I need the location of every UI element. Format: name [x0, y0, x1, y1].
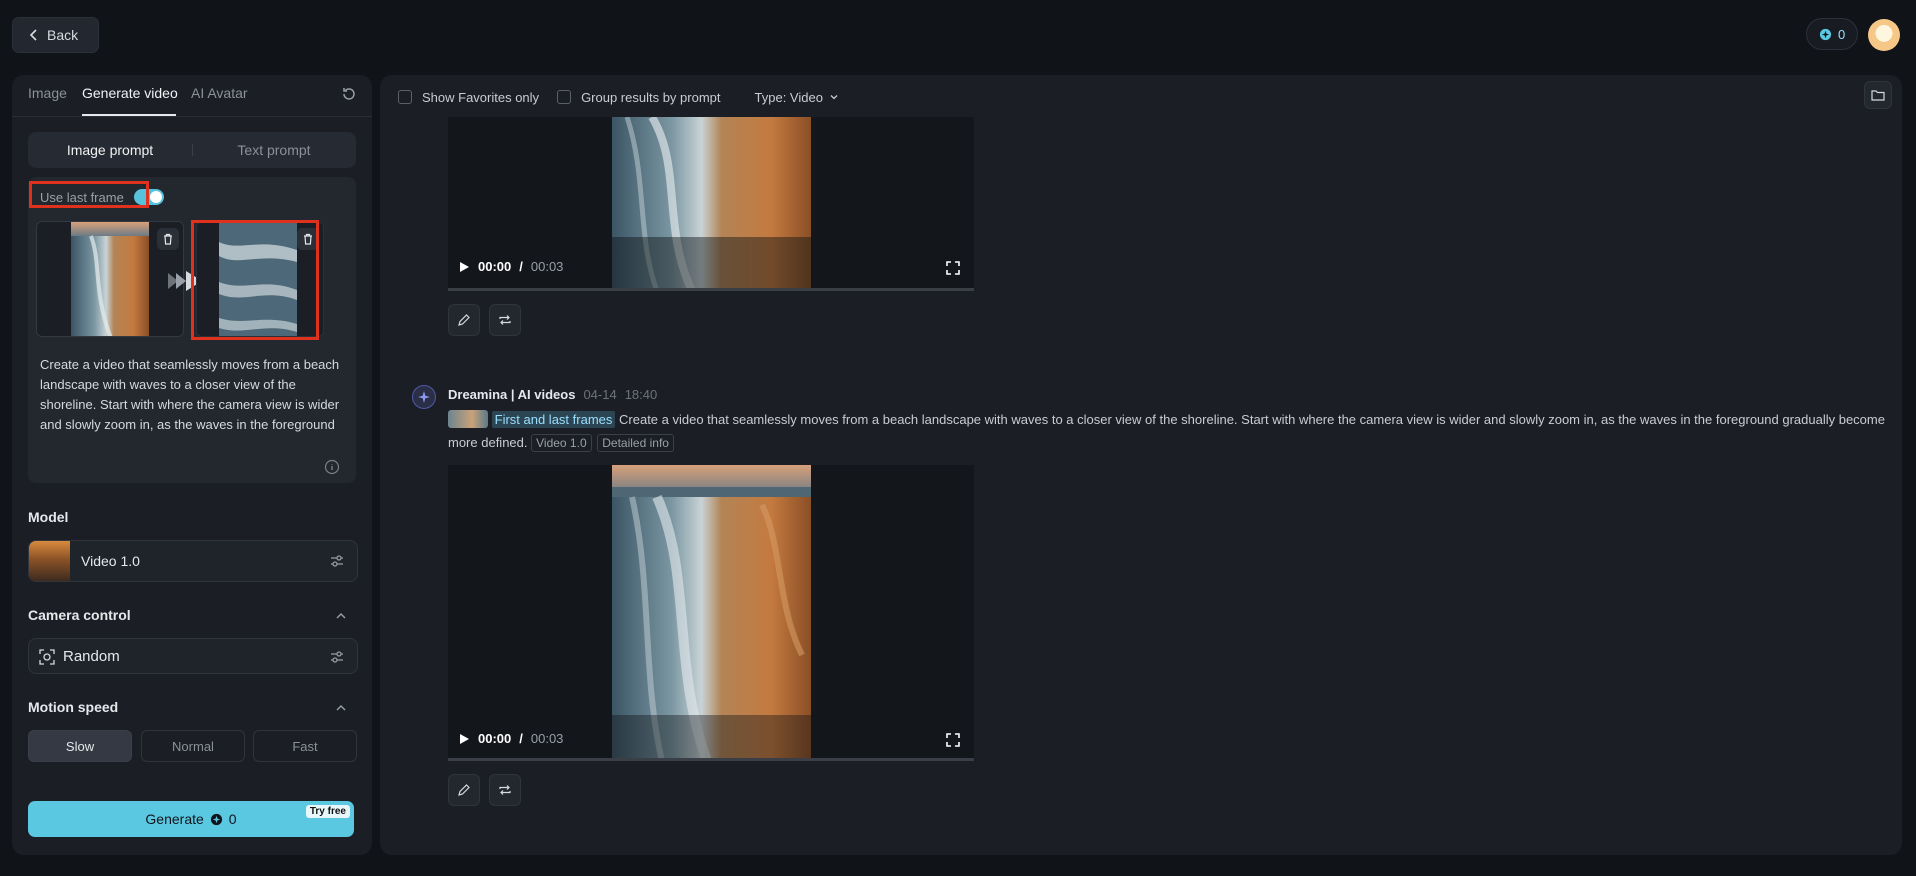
- favorites-checkbox[interactable]: [398, 90, 412, 104]
- group-checkbox[interactable]: [557, 90, 572, 104]
- trash-icon: [304, 233, 312, 245]
- last-frame-card[interactable]: [196, 221, 324, 337]
- fullscreen-icon[interactable]: [946, 733, 960, 747]
- chevron-up-icon[interactable]: [335, 610, 347, 622]
- prompt-textarea[interactable]: Create a video that seamlessly moves fro…: [40, 355, 344, 437]
- delete-first-frame-button[interactable]: [157, 228, 179, 250]
- video-current-time: 00:00: [478, 259, 512, 274]
- use-last-frame-toggle[interactable]: [133, 189, 164, 205]
- image-prompt-box: Use last frame Create a video that seaml…: [28, 177, 356, 483]
- model-thumbnail: [29, 541, 70, 581]
- frames-thumbnail: [448, 410, 488, 428]
- speed-slow-button[interactable]: Slow: [28, 730, 132, 762]
- pencil-icon: [458, 314, 470, 326]
- first-frame-card[interactable]: [36, 221, 184, 337]
- video-current-time: 00:00: [478, 731, 512, 746]
- camera-control-value: Random: [63, 648, 120, 665]
- video-time-separator: /: [519, 259, 523, 274]
- favorites-label[interactable]: Show Favorites only: [422, 90, 539, 105]
- model-name: Video 1.0: [81, 553, 140, 569]
- message-header: Dreamina | AI videos 04-14 18:40: [448, 387, 657, 402]
- sidebar-tabs: Image Generate video AI Avatar: [12, 75, 372, 117]
- top-bar: Back 0: [0, 0, 1916, 70]
- speed-fast-button[interactable]: Fast: [253, 730, 357, 762]
- speed-normal-button[interactable]: Normal: [141, 730, 245, 762]
- tab-generate-video[interactable]: Generate video: [82, 85, 178, 101]
- video-duration: 00:03: [530, 259, 564, 274]
- generate-button[interactable]: Generate 0 Try free: [28, 801, 354, 837]
- type-filter-dropdown[interactable]: Type: Video: [755, 90, 823, 105]
- chevron-up-icon[interactable]: [335, 702, 347, 714]
- sliders-icon[interactable]: [329, 553, 345, 569]
- repeat-icon: [499, 785, 511, 795]
- tab-ai-avatar[interactable]: AI Avatar: [191, 85, 248, 101]
- delete-last-frame-button[interactable]: [297, 228, 319, 250]
- chevron-left-icon: [29, 29, 37, 41]
- use-last-frame-row: Use last frame: [40, 189, 164, 205]
- pencil-icon: [458, 784, 470, 796]
- trash-icon: [164, 233, 172, 245]
- edit-button[interactable]: [448, 304, 480, 336]
- folder-icon: [1871, 90, 1885, 101]
- last-frame-thumbnail: [219, 222, 297, 336]
- filter-bar: Show Favorites only Group results by pro…: [398, 85, 839, 109]
- dreamina-logo-icon: [412, 385, 436, 409]
- model-selector[interactable]: Video 1.0: [28, 540, 358, 582]
- credit-icon: [1819, 28, 1832, 40]
- video-time-separator: /: [519, 731, 523, 746]
- model-section-label: Model: [28, 509, 69, 525]
- back-label: Back: [47, 27, 79, 43]
- video-player[interactable]: 00:00 / 00:03: [448, 465, 974, 761]
- fullscreen-icon[interactable]: [946, 261, 960, 275]
- video-player[interactable]: 00:00 / 00:03: [448, 117, 974, 291]
- camera-control-selector[interactable]: Random: [28, 638, 358, 674]
- info-icon[interactable]: [324, 459, 340, 475]
- video-progress-bar[interactable]: [448, 758, 974, 761]
- edit-button[interactable]: [448, 774, 480, 806]
- video-frame: [612, 117, 811, 291]
- motion-speed-section-label: Motion speed: [28, 699, 119, 715]
- try-free-badge: Try free: [305, 805, 350, 818]
- text-prompt-option[interactable]: Text prompt: [192, 132, 356, 168]
- sliders-icon[interactable]: [329, 649, 345, 665]
- video-controls: 00:00 / 00:03: [458, 731, 563, 746]
- credit-icon: [210, 813, 222, 825]
- video-frame: [612, 465, 811, 761]
- video-duration: 00:03: [530, 731, 564, 746]
- back-button[interactable]: Back: [12, 17, 100, 53]
- regenerate-button[interactable]: [489, 304, 521, 336]
- message-date: 04-14: [583, 387, 617, 402]
- use-last-frame-label: Use last frame: [40, 189, 124, 205]
- user-avatar[interactable]: [1868, 19, 1900, 51]
- message-time: 18:40: [624, 387, 658, 402]
- camera-section-label: Camera control: [28, 607, 131, 623]
- reset-icon[interactable]: [340, 85, 358, 103]
- play-icon[interactable]: [458, 733, 470, 745]
- generate-label: Generate: [145, 811, 204, 827]
- author-name: Dreamina | AI videos: [448, 387, 576, 402]
- repeat-icon: [499, 315, 511, 325]
- first-frame-thumbnail: [71, 222, 149, 336]
- video-progress-bar[interactable]: [448, 288, 974, 291]
- frames-tag: First and last frames: [491, 411, 616, 428]
- regenerate-button[interactable]: [489, 774, 521, 806]
- group-label[interactable]: Group results by prompt: [581, 90, 720, 105]
- chevron-down-icon[interactable]: [829, 92, 839, 102]
- generate-cost: 0: [228, 811, 237, 827]
- credits-count: 0: [1838, 26, 1846, 42]
- video-controls: 00:00 / 00:03: [458, 259, 563, 274]
- active-tab-indicator: [82, 114, 176, 116]
- results-panel: Show Favorites only Group results by pro…: [380, 75, 1902, 855]
- tab-image[interactable]: Image: [28, 85, 67, 101]
- model-tag: Video 1.0: [531, 434, 592, 452]
- prompt-mode-switch: Image prompt Text prompt: [28, 132, 356, 168]
- generation-sidebar: Image Generate video AI Avatar Image pro…: [12, 75, 372, 855]
- folder-button[interactable]: [1864, 81, 1892, 109]
- message-prompt: First and last frames Create a video tha…: [448, 408, 1888, 454]
- play-icon[interactable]: [458, 261, 470, 273]
- credits-badge[interactable]: 0: [1806, 18, 1859, 50]
- camera-focus-icon: [39, 649, 55, 665]
- detailed-info-link[interactable]: Detailed info: [597, 434, 674, 452]
- image-prompt-option[interactable]: Image prompt: [28, 132, 192, 168]
